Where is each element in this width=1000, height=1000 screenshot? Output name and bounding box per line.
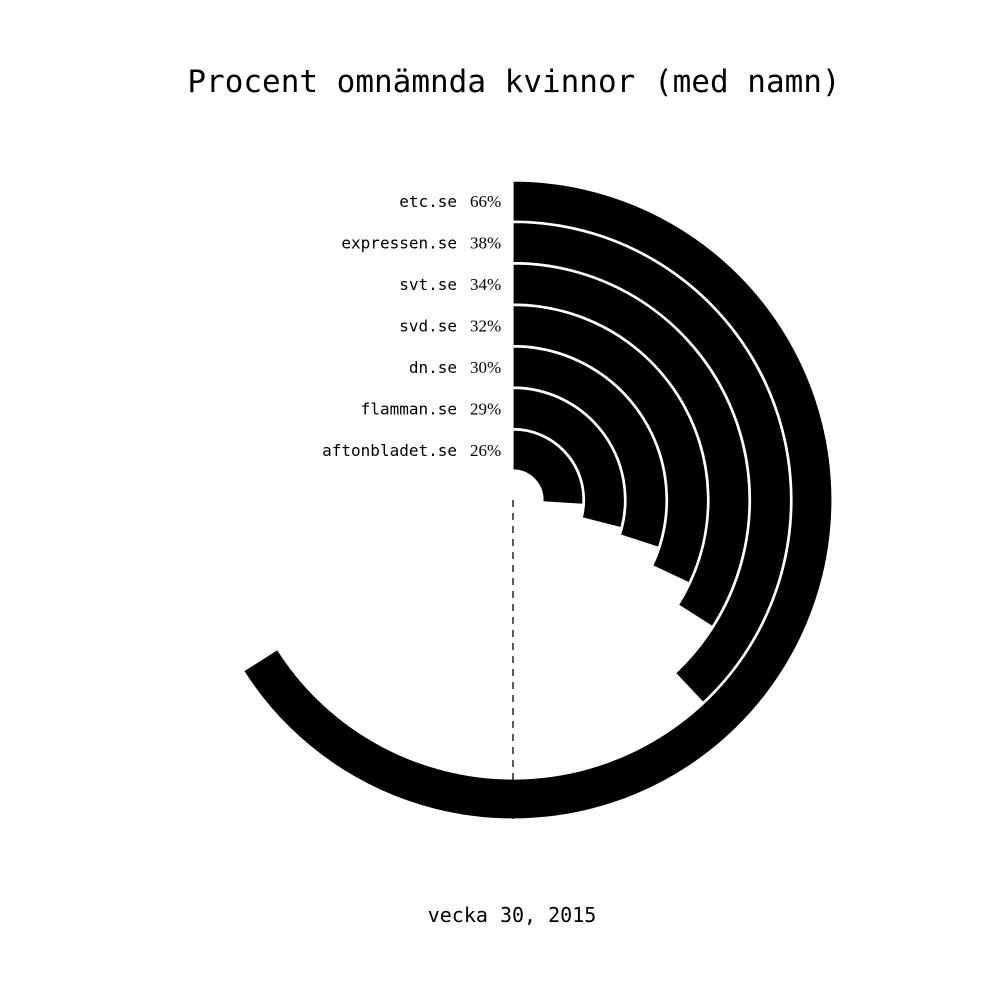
value-label: 34% <box>470 275 501 294</box>
value-label: 66% <box>470 192 501 211</box>
value-label: 38% <box>470 234 501 253</box>
category-label: dn.se <box>409 358 457 377</box>
chart-title: Procent omnämnda kvinnor (med namn) <box>187 64 840 100</box>
category-label: svt.se <box>399 275 457 294</box>
radial-bar-chart: Procent omnämnda kvinnor (med namn) etc.… <box>187 64 840 927</box>
value-label: 26% <box>470 441 501 460</box>
category-label: expressen.se <box>341 234 457 253</box>
chart-subtitle: vecka 30, 2015 <box>428 903 597 927</box>
labels-group: etc.se 66% expressen.se 38% svt.se 34% svd.se 3… <box>322 192 501 460</box>
category-label: aftonbladet.se <box>322 441 457 460</box>
category-label: svd.se <box>399 317 457 336</box>
category-label: etc.se <box>399 192 457 211</box>
value-label: 30% <box>470 358 501 377</box>
value-label: 29% <box>470 400 501 419</box>
bars-group <box>242 180 833 820</box>
value-label: 32% <box>470 317 501 336</box>
category-label: flamman.se <box>361 400 457 419</box>
